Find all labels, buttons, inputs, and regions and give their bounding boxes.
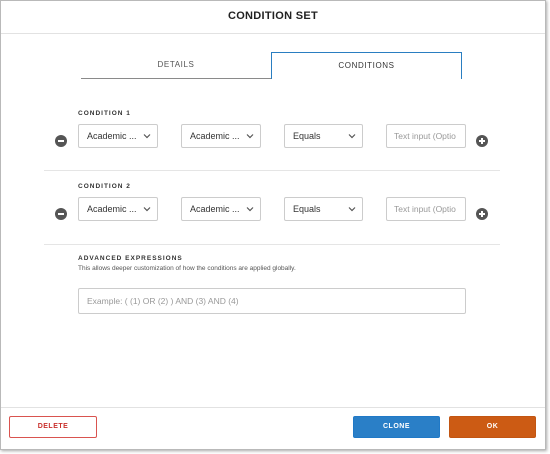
tab-details[interactable]: DETAILS [81,52,271,79]
chevron-down-icon [348,134,356,139]
add-condition-1-icon[interactable] [476,135,488,147]
condition-set-dialog: CONDITION SET DETAILS CONDITIONS CONDITI… [0,0,546,450]
condition-2-field2-value: Academic ... [190,204,240,214]
chevron-down-icon [246,134,254,139]
condition-2-operator-value: Equals [293,204,321,214]
add-condition-2-icon[interactable] [476,208,488,220]
condition-1-field1-select[interactable]: Academic ... [78,124,158,148]
condition-2-operator-select[interactable]: Equals [284,197,363,221]
chevron-down-icon [246,207,254,212]
dialog-title: CONDITION SET [1,1,545,34]
condition-1-label: CONDITION 1 [78,110,131,117]
condition-1-value-input[interactable]: Text input (Optio [386,124,466,148]
remove-condition-2-icon[interactable] [55,208,67,220]
condition-2-value-input[interactable]: Text input (Optio [386,197,466,221]
delete-button[interactable]: DELETE [9,416,97,438]
tab-conditions[interactable]: CONDITIONS [271,52,462,79]
ok-button[interactable]: OK [449,416,536,438]
clone-button[interactable]: CLONE [353,416,440,438]
condition-divider [44,244,500,245]
advanced-expressions-title: ADVANCED EXPRESSIONS [78,255,183,262]
condition-2-label: CONDITION 2 [78,183,131,190]
condition-2-field1-select[interactable]: Academic ... [78,197,158,221]
remove-condition-1-icon[interactable] [55,135,67,147]
advanced-expression-input[interactable]: Example: ( (1) OR (2) ) AND (3) AND (4) [78,288,466,314]
condition-divider [44,170,500,171]
tab-bar: DETAILS CONDITIONS [81,52,462,79]
condition-1-field2-value: Academic ... [190,131,240,141]
condition-1-field1-value: Academic ... [87,131,137,141]
chevron-down-icon [143,134,151,139]
condition-2-field2-select[interactable]: Academic ... [181,197,261,221]
condition-1-operator-value: Equals [293,131,321,141]
condition-1-operator-select[interactable]: Equals [284,124,363,148]
condition-2-field1-value: Academic ... [87,204,137,214]
chevron-down-icon [143,207,151,212]
advanced-expressions-description: This allows deeper customization of how … [78,265,296,272]
condition-1-field2-select[interactable]: Academic ... [181,124,261,148]
chevron-down-icon [348,207,356,212]
